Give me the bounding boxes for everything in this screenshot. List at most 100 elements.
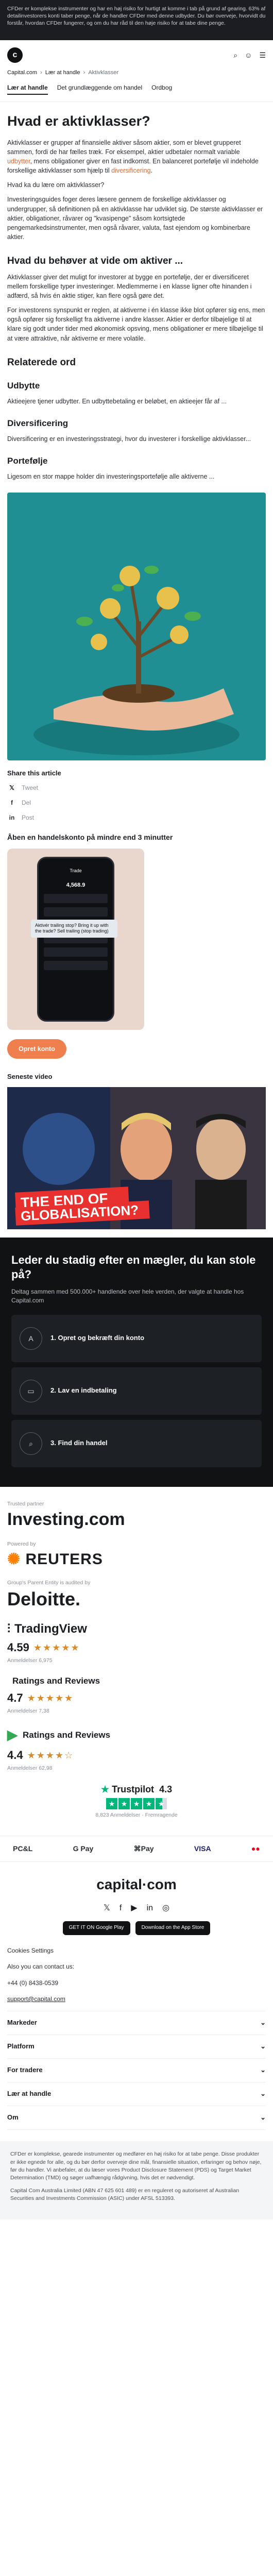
footer-menu-item[interactable]: Om ⌄	[7, 2106, 266, 2130]
footer-menu: Markeder ⌄ Platform ⌄ For tradere ⌄ Lær at …	[7, 2011, 266, 2130]
step-label: 2. Lav en indbetaling	[50, 1386, 117, 1396]
chevron-down-icon: ⌄	[260, 2090, 266, 2098]
trustpilot-star-icon: ★	[100, 1784, 110, 1794]
phone-tooltip: Aktivér trailing stop? Bring it up with …	[31, 920, 117, 938]
linkedin-icon: in	[9, 814, 15, 822]
step-card[interactable]: ▭ 2. Lav en indbetaling	[11, 1367, 262, 1415]
sub-nav: Lær at handle Det grundlæggende om hande…	[0, 80, 273, 95]
link-udbytter[interactable]: udbytter	[7, 158, 30, 165]
sub-nav-learn[interactable]: Lær at handle	[7, 83, 48, 95]
android-rating-title: Ratings and Reviews	[23, 1730, 111, 1740]
step-card[interactable]: A 1. Opret og bekræft din konto	[11, 1314, 262, 1362]
contact-phone[interactable]: +44 (0) 8438-0539	[7, 1979, 266, 1988]
android-rating-header: ▶ Ratings and Reviews	[7, 1725, 266, 1745]
trust-section: Trusted partner Investing.com Powered by…	[0, 1487, 273, 1836]
android-count: Anmeldelser 62,98	[7, 1765, 53, 1771]
open-account-button[interactable]: Opret konto	[7, 1039, 66, 1059]
breadcrumb: Capital.com › Lær at handle › Aktivklass…	[0, 66, 273, 80]
footer-logo[interactable]: capital·com	[7, 1874, 266, 1895]
share-facebook[interactable]: f Del	[7, 799, 266, 807]
trustpilot-header: ★ Trustpilot 4.3	[7, 1783, 266, 1796]
trustpilot-name: Trustpilot	[112, 1784, 155, 1794]
sub-nav-basics[interactable]: Det grundlæggende om handel	[57, 83, 142, 95]
breadcrumb-item[interactable]: Capital.com	[7, 69, 37, 77]
visa-icon: VISA	[194, 1844, 211, 1853]
linkedin-icon[interactable]: in	[147, 1902, 153, 1914]
capital-logo[interactable]: c	[7, 47, 23, 63]
footer-menu-label: Lær at handle	[7, 2090, 52, 2098]
share-linkedin[interactable]: in Post	[7, 814, 266, 822]
reuters-dot-icon: ✺	[7, 1550, 21, 1568]
app-store-badge[interactable]: Download on the App Store	[135, 1921, 211, 1935]
broker-subtitle: Deltag sammen med 500.000+ handlende ove…	[11, 1288, 244, 1304]
sub-nav-glossary[interactable]: Ordbog	[151, 83, 172, 95]
google-play-badge[interactable]: GET IT ON Google Play	[62, 1921, 130, 1935]
app-promo-image: Trade 4,568.9 Aktivér trailing stop? Bri…	[7, 849, 144, 1030]
star-rating-icon: ★★★★★	[27, 1692, 74, 1703]
youtube-icon[interactable]: ▶	[131, 1902, 137, 1914]
footer-menu-label: Platform	[7, 2042, 35, 2050]
step-text: Find din handel	[58, 1439, 108, 1447]
star-rating-icon: ★★★★★	[33, 1642, 80, 1653]
trustpilot-logo: ★ Trustpilot	[101, 1783, 154, 1796]
ios-rating-title: Ratings and Reviews	[12, 1676, 100, 1686]
star-half-icon: ★	[156, 1798, 167, 1810]
android-rating: 4.4	[7, 1748, 23, 1761]
wallet-icon: ▭	[20, 1379, 42, 1402]
broker-title: Leder du stadig efter en mægler, du kan …	[11, 1253, 256, 1281]
ios-count: Anmeldelser 7,38	[7, 1707, 49, 1714]
contact-caption: Also you can contact us:	[7, 1963, 75, 1971]
google-play-icon: ▶	[7, 1727, 18, 1743]
related-term[interactable]: Diversificering	[7, 417, 266, 430]
share-label: Post	[22, 814, 35, 822]
audit-caption: Group's Parent Entity is audited by	[7, 1579, 91, 1586]
video-thumbnail[interactable]: THE END OF GLOBALISATION?	[7, 1087, 266, 1230]
intro-paragraph-2: Hvad ​​ka du lære om aktivklasser?	[7, 181, 105, 189]
phone-row	[44, 894, 108, 904]
footer-menu-label: For tradere	[7, 2066, 43, 2074]
tv-rating: 4.59	[7, 1641, 29, 1654]
chevron-down-icon: ⌄	[260, 2042, 266, 2050]
facebook-icon[interactable]: f	[120, 1902, 122, 1914]
investing-logo: Investing.com	[7, 1510, 125, 1530]
phone-row	[44, 907, 108, 917]
search-icon[interactable]: ⌕	[233, 50, 237, 60]
tradingview-name: TradingView	[14, 1622, 87, 1636]
footer-menu-label: Om	[7, 2113, 19, 2122]
apple-pay-icon: ⌘Pay	[133, 1844, 154, 1853]
cookies-settings-link[interactable]: Cookies Settings	[7, 1946, 266, 1955]
footer-menu-item[interactable]: For tradere ⌄	[7, 2059, 266, 2083]
intro-text: .	[150, 167, 153, 175]
app-store-badges: GET IT ON Google Play Download on the Ap…	[7, 1921, 266, 1935]
money-tree-icon	[33, 565, 240, 755]
footer-menu-item[interactable]: Markeder ⌄	[7, 2011, 266, 2036]
footer-menu-label: Markeder	[7, 2019, 37, 2027]
breadcrumb-item[interactable]: Lær at handle	[45, 69, 80, 77]
intro-paragraph: Aktivklasser er grupper af finansielle a…	[7, 138, 266, 176]
menu-icon[interactable]: ☰	[259, 50, 266, 60]
phone-screen-title: Trade	[70, 868, 82, 874]
step-card[interactable]: ⌕ 3. Find din handel	[11, 1419, 262, 1467]
payment-method: PC&L	[13, 1844, 33, 1853]
breadcrumb-current: Aktivklasser	[88, 70, 118, 76]
money-tree-illustration	[7, 492, 266, 760]
instagram-icon[interactable]: ◎	[162, 1902, 169, 1914]
contact-email[interactable]: support@capital.com	[7, 1995, 266, 2004]
related-text: Ligesom en stor mappe holder din investe…	[7, 472, 215, 480]
user-icon[interactable]: ☺	[245, 50, 252, 60]
trustpilot-stars: ★ ★ ★ ★ ★	[7, 1798, 266, 1810]
share-twitter[interactable]: 𝕏 Tweet	[7, 784, 266, 792]
footer-menu-item[interactable]: Lær at handle ⌄	[7, 2082, 266, 2107]
header-actions: ⌕ ☺ ☰	[233, 50, 266, 60]
reuters-logo: ✺ REUTERS	[7, 1551, 266, 1568]
star-icon: ★	[118, 1798, 130, 1810]
link-diversificering[interactable]: diversificering	[111, 167, 150, 174]
related-term[interactable]: Portefølje	[7, 455, 266, 468]
twitter-icon[interactable]: 𝕏	[104, 1902, 110, 1914]
footer-menu-item[interactable]: Platform ⌄	[7, 2035, 266, 2059]
share-label: Del	[22, 799, 31, 807]
logo-row: c ⌕ ☺ ☰	[0, 40, 273, 66]
why-paragraph-1: Aktivklasser giver det muligt for invest…	[7, 273, 252, 300]
related-term[interactable]: Udbytte	[7, 380, 266, 393]
step-text: Lav en indbetaling	[58, 1386, 117, 1395]
